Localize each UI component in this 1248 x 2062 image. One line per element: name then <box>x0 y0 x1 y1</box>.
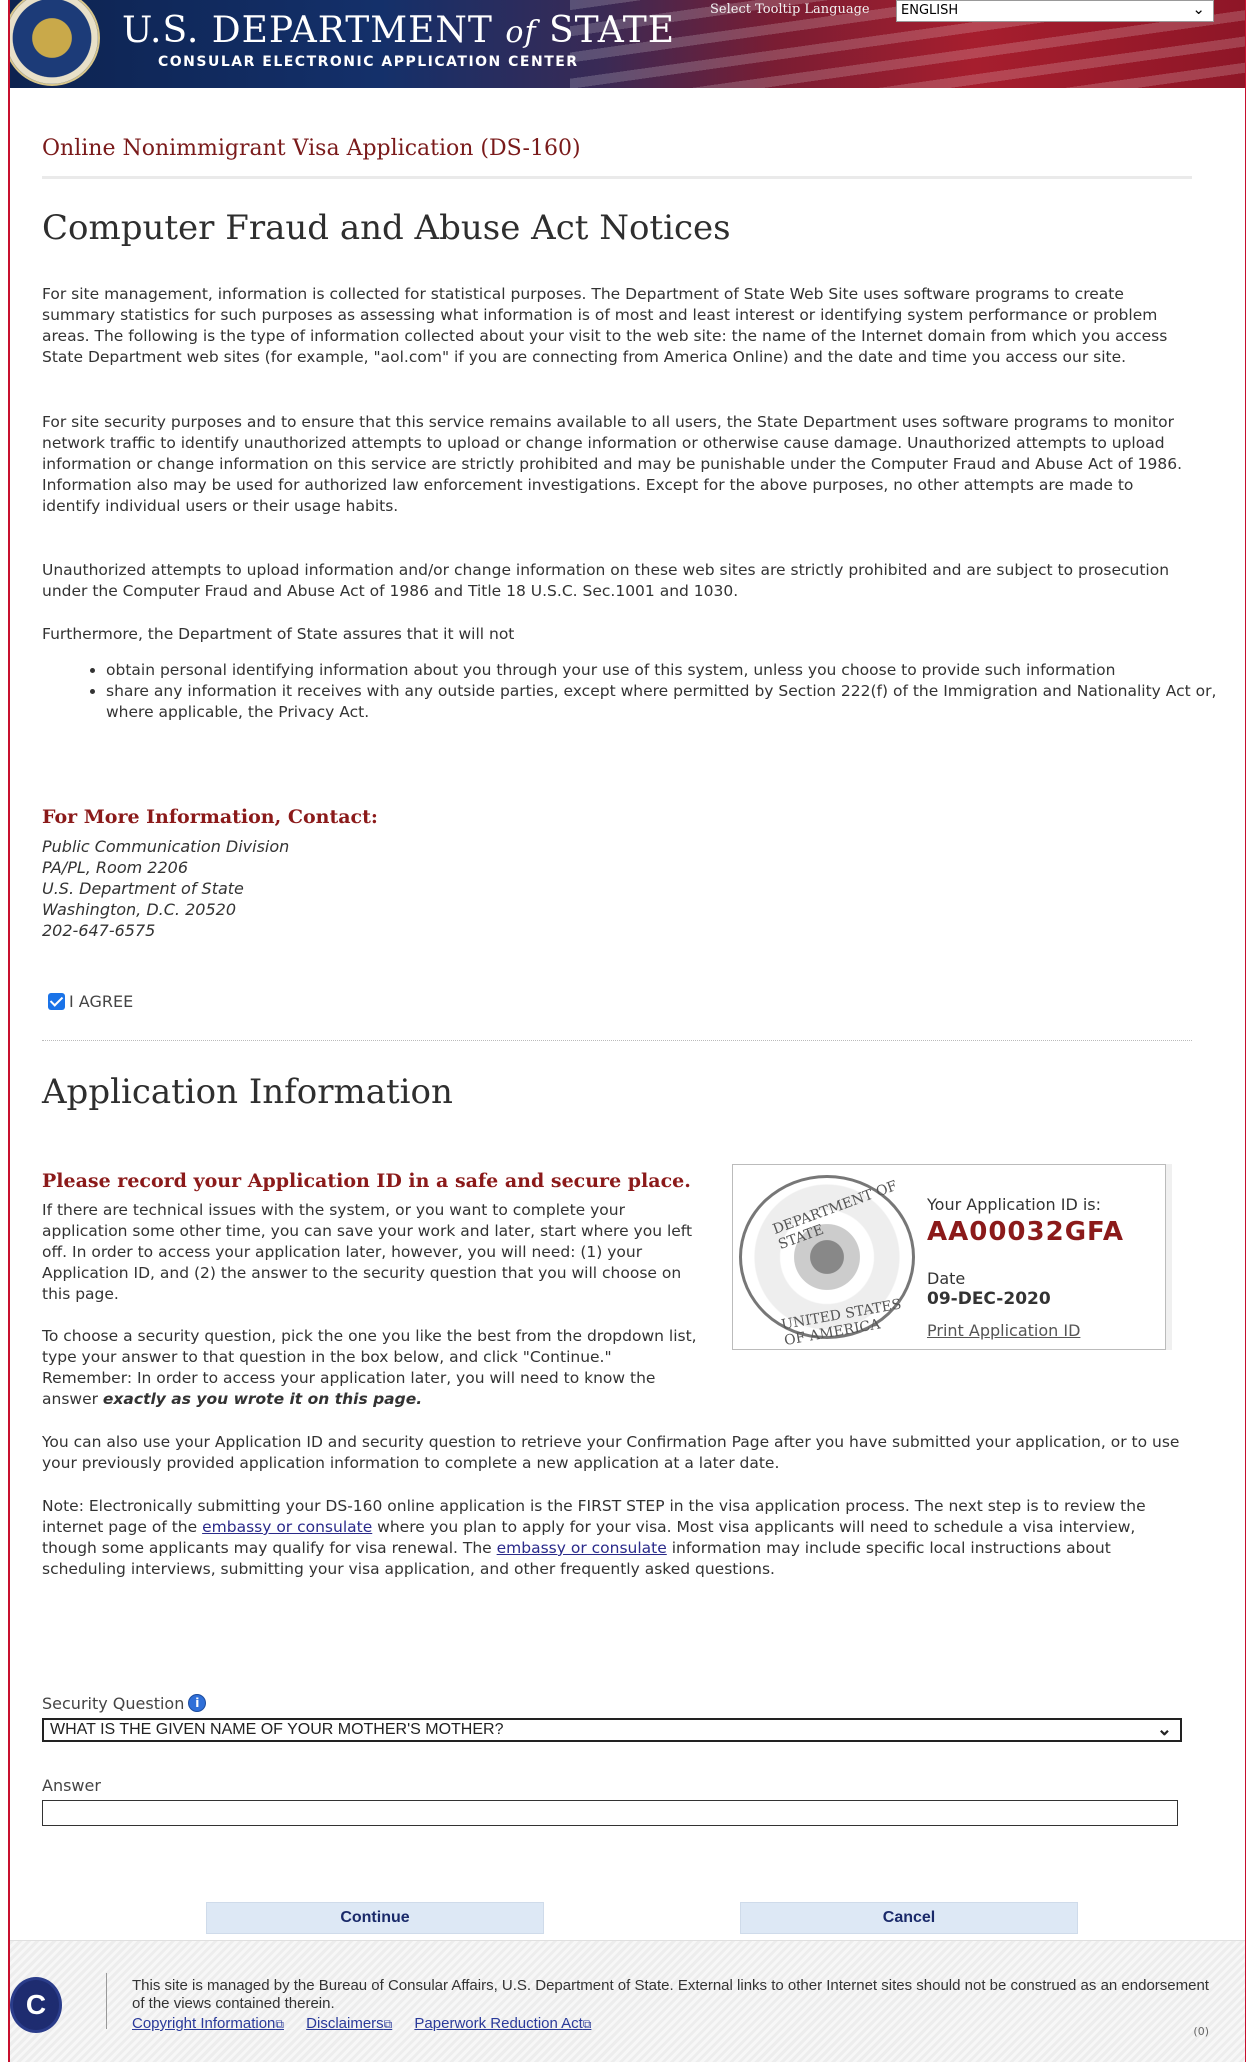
tooltip-language-value: ENGLISH <box>901 3 959 18</box>
notice-paragraph-1: For site management, information is coll… <box>42 285 1168 366</box>
answer-label: Answer <box>42 1776 101 1795</box>
copyright-link[interactable]: Copyright Information⧉ <box>132 2015 284 2032</box>
contact-info: Public Communication Division PA/PL, Roo… <box>42 836 289 941</box>
list-item: share any information it receives with a… <box>106 681 1245 723</box>
application-heading: Application Information <box>42 1072 453 1112</box>
application-id-value: AA00032GFA <box>927 1217 1124 1247</box>
title-part-a: U.S. DEPARTMENT <box>122 10 506 51</box>
department-subtitle: CONSULAR ELECTRONIC APPLICATION CENTER <box>158 54 579 70</box>
footer-links: Copyright Information⧉ Disclaimers⧉ Pape… <box>132 2015 609 2032</box>
tooltip-language-select[interactable]: ENGLISH ⌄ <box>896 0 1214 22</box>
department-title[interactable]: U.S. DEPARTMENT of STATE <box>122 10 675 51</box>
seal-icon: DEPARTMENT OF STATE UNITED STATES OF AME… <box>739 1175 915 1349</box>
notice-paragraph-2: For site security purposes and to ensure… <box>42 413 1183 515</box>
footer-divider <box>106 1973 107 2029</box>
contact-line: 202-647-6575 <box>42 921 156 940</box>
notice-paragraph-3: Unauthorized attempts to upload informat… <box>42 561 1170 600</box>
disclaimers-link[interactable]: Disclaimers⧉ <box>306 2015 392 2032</box>
agree-label: I AGREE <box>69 992 134 1011</box>
date-label: Date <box>927 1269 966 1288</box>
paperwork-reduction-link[interactable]: Paperwork Reduction Act⧉ <box>414 2015 591 2032</box>
title-part-b: STATE <box>536 10 676 51</box>
info-icon[interactable]: i <box>188 1694 207 1712</box>
disclaimers-link-label: Disclaimers <box>306 2015 384 2032</box>
state-seal-icon <box>10 0 100 86</box>
external-link-icon: ⧉ <box>582 2017 592 2031</box>
security-question-label: Security Question <box>42 1694 185 1713</box>
p2-emphasis: exactly as you wrote it on this page. <box>102 1390 423 1408</box>
chevron-down-icon: ⌄ <box>1192 0 1205 18</box>
contact-line: Washington, D.C. 20520 <box>42 900 236 919</box>
list-item: obtain personal identifying information … <box>106 660 1245 681</box>
application-id-label: Your Application ID is: <box>927 1195 1102 1214</box>
application-id-panel: DEPARTMENT OF STATE UNITED STATES OF AME… <box>732 1164 1172 1350</box>
embassy-consulate-link[interactable]: embassy or consulate <box>202 1518 372 1536</box>
breadcrumb: Online Nonimmigrant Visa Application (DS… <box>42 136 581 161</box>
agree-checkbox[interactable] <box>48 993 65 1010</box>
site-footer: C This site is managed by the Bureau of … <box>10 1940 1245 2062</box>
answer-input[interactable] <box>42 1800 1178 1826</box>
cancel-button[interactable]: Cancel <box>740 1902 1078 1934</box>
application-paragraph-1: If there are technical issues with the s… <box>42 1201 693 1303</box>
section-divider <box>42 1040 1192 1041</box>
copyright-link-label: Copyright Information <box>132 2015 276 2032</box>
embassy-consulate-link[interactable]: embassy or consulate <box>497 1539 667 1557</box>
security-question-select[interactable]: WHAT IS THE GIVEN NAME OF YOUR MOTHER'S … <box>42 1718 1182 1742</box>
continue-button[interactable]: Continue <box>206 1902 544 1934</box>
footer-disclaimer: This site is managed by the Bureau of Co… <box>132 1977 1209 2012</box>
agree-checkbox-row[interactable]: I AGREE <box>48 992 133 1011</box>
notice-heading: Computer Fraud and Abuse Act Notices <box>42 208 731 248</box>
application-paragraph-3: You can also use your Application ID and… <box>42 1433 1180 1472</box>
external-link-icon: ⧉ <box>383 2017 393 2031</box>
contact-heading: For More Information, Contact: <box>42 806 378 828</box>
external-link-icon: ⧉ <box>275 2017 284 2031</box>
chevron-down-icon: ⌄ <box>1156 1719 1172 1739</box>
notice-paragraph-4: Furthermore, the Department of State ass… <box>42 625 515 643</box>
site-header: U.S. DEPARTMENT of STATE CONSULAR ELECTR… <box>10 0 1245 88</box>
application-paragraph-4: Note: Electronically submitting your DS-… <box>42 1496 1192 1580</box>
security-question-value: WHAT IS THE GIVEN NAME OF YOUR MOTHER'S … <box>50 1721 504 1738</box>
title-part-of: of <box>505 15 537 50</box>
assurance-list: obtain personal identifying information … <box>42 660 1245 723</box>
consular-affairs-logo-icon: C <box>10 1977 62 2033</box>
p2-start: To choose a security question, pick the … <box>42 1326 698 1410</box>
record-id-heading: Please record your Application ID in a s… <box>42 1170 691 1192</box>
tooltip-language-label: Select Tooltip Language <box>710 2 870 17</box>
section-divider <box>42 176 1192 179</box>
application-paragraph-2: To choose a security question, pick the … <box>42 1326 1192 1410</box>
contact-line: U.S. Department of State <box>42 879 244 898</box>
security-question-label-row: Security Question i <box>42 1694 207 1713</box>
application-id-card: DEPARTMENT OF STATE UNITED STATES OF AME… <box>732 1164 1166 1350</box>
version-indicator: (0) <box>1193 2025 1209 2038</box>
contact-line: PA/PL, Room 2206 <box>42 858 189 877</box>
paperwork-link-label: Paperwork Reduction Act <box>414 2015 583 2032</box>
page-frame: U.S. DEPARTMENT of STATE CONSULAR ELECTR… <box>8 0 1246 2062</box>
contact-line: Public Communication Division <box>42 837 290 856</box>
date-value: 09-DEC-2020 <box>927 1289 1051 1309</box>
